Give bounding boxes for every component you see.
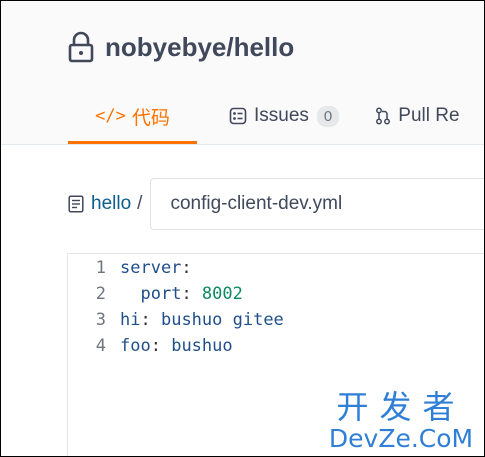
line-number: 1 <box>95 258 106 278</box>
breadcrumb-root-link[interactable]: hello <box>91 193 131 215</box>
code-line: 4 foo: bushuo <box>68 336 233 362</box>
yaml-key: foo <box>120 336 151 356</box>
breadcrumb-separator: / <box>137 193 143 214</box>
watermark: 开发者 DevZe.CoM <box>326 389 476 453</box>
yaml-key: port <box>140 284 182 304</box>
line-number: 2 <box>95 284 106 304</box>
filename-text: config-client-dev.yml <box>170 193 343 214</box>
tab-code-label: 代码 <box>131 107 170 129</box>
repo-tabs: </> 代码 Issues 0 Pull Re <box>68 91 460 144</box>
filename-field[interactable]: config-client-dev.yml <box>150 178 484 230</box>
lock-icon <box>68 31 94 63</box>
repo-title: nobyebye/hello <box>68 31 294 63</box>
breadcrumb: hello / config-client-dev.yml <box>68 177 484 231</box>
repo-header: nobyebye/hello </> 代码 Issues 0 Pull Re <box>1 1 484 145</box>
code-line: 2 port: 8002 <box>68 284 243 310</box>
watermark-cn: 开发者 <box>336 388 466 426</box>
tab-issues-label: Issues <box>254 105 309 126</box>
yaml-value: bushuo gitee <box>150 310 284 330</box>
line-content: foo: bushuo <box>120 336 233 356</box>
watermark-en: DevZe.CoM <box>328 424 474 453</box>
tab-code[interactable]: </> 代码 <box>68 91 197 144</box>
code-line: 1 server: <box>68 258 192 284</box>
line-content: server: <box>120 258 192 278</box>
line-number: 3 <box>95 310 106 330</box>
issues-icon <box>229 107 247 125</box>
code-line: 3 hi: bushuo gitee <box>68 310 284 336</box>
code-icon: </> <box>95 106 126 126</box>
tab-pull-requests-label: Pull Re <box>398 105 460 126</box>
repo-name[interactable]: nobyebye/hello <box>105 32 294 63</box>
tab-issues[interactable]: Issues 0 <box>229 91 340 141</box>
document-icon <box>68 195 84 213</box>
page-frame: nobyebye/hello </> 代码 Issues 0 Pull Re h… <box>0 0 485 457</box>
pull-request-icon <box>376 107 391 125</box>
line-content: port: 8002 <box>140 284 243 304</box>
yaml-value: bushuo <box>160 336 233 356</box>
yaml-key: hi <box>120 310 141 330</box>
tab-pull-requests[interactable]: Pull Re <box>375 91 460 141</box>
issues-count-badge: 0 <box>316 105 340 127</box>
line-content: hi: bushuo gitee <box>120 310 284 330</box>
yaml-key: server <box>120 258 182 278</box>
line-number: 4 <box>95 336 106 356</box>
yaml-value: 8002 <box>191 284 243 304</box>
